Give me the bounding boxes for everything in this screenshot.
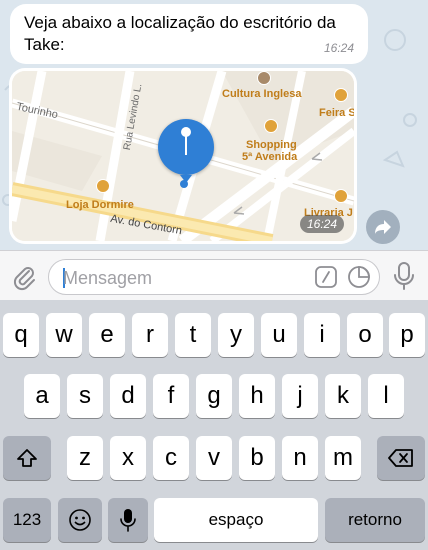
map-label-cultura: Cultura Inglesa (222, 88, 302, 100)
key-s[interactable]: s (67, 374, 103, 418)
microphone-icon[interactable] (390, 261, 418, 291)
poi-shopping-icon (334, 88, 348, 102)
location-map[interactable]: Cultura Inglesa Feira Sh Tourinho Rua Le… (12, 71, 354, 241)
key-z[interactable]: z (67, 436, 103, 480)
bot-command-icon[interactable] (315, 266, 337, 288)
sticker-icon[interactable] (347, 265, 371, 289)
key-f[interactable]: f (153, 374, 189, 418)
map-label-loja: Loja Dormire (66, 199, 134, 211)
backspace-icon (388, 449, 413, 467)
key-h[interactable]: h (239, 374, 275, 418)
location-message-bubble[interactable]: Cultura Inglesa Feira Sh Tourinho Rua Le… (9, 68, 357, 244)
key-u[interactable]: u (261, 313, 297, 357)
emoji-smiley-icon (69, 509, 91, 531)
backspace-key[interactable] (377, 436, 425, 480)
dictation-key[interactable] (108, 498, 148, 542)
share-arrow-icon (375, 220, 391, 234)
keyboard: q w e r t y u i o p a s d f g h j k l z … (0, 300, 428, 550)
key-p[interactable]: p (389, 313, 425, 357)
share-button[interactable] (366, 210, 400, 244)
poi-bookstore-icon (334, 189, 348, 203)
key-a[interactable]: a (24, 374, 60, 418)
key-t[interactable]: t (175, 313, 211, 357)
shift-arrow-icon (17, 449, 37, 467)
shift-key[interactable] (3, 436, 51, 480)
map-label-feira: Feira Sh (319, 107, 354, 119)
message-input[interactable] (63, 266, 303, 290)
key-k[interactable]: k (325, 374, 361, 418)
map-label-shopping: Shopping (246, 139, 297, 151)
message-input-bar (0, 250, 428, 300)
key-x[interactable]: x (110, 436, 146, 480)
key-o[interactable]: o (347, 313, 383, 357)
key-j[interactable]: j (282, 374, 318, 418)
space-key[interactable]: espaço (154, 498, 318, 542)
numbers-key[interactable]: 123 (3, 498, 51, 542)
emoji-key[interactable] (58, 498, 102, 542)
key-w[interactable]: w (46, 313, 82, 357)
dictation-mic-icon (120, 509, 136, 532)
map-label-quinta-avenida: 5ª Avenida (242, 151, 298, 163)
location-pin-icon (158, 119, 214, 175)
return-key[interactable]: retorno (325, 498, 425, 542)
location-dot (180, 180, 188, 188)
key-r[interactable]: r (132, 313, 168, 357)
poi-school-icon (257, 71, 271, 85)
key-m[interactable]: m (325, 436, 361, 480)
chat-area: Veja abaixo a localização do escritório … (0, 0, 428, 250)
key-i[interactable]: i (304, 313, 340, 357)
key-y[interactable]: y (218, 313, 254, 357)
key-v[interactable]: v (196, 436, 232, 480)
key-b[interactable]: b (239, 436, 275, 480)
message-field[interactable] (48, 259, 380, 295)
key-c[interactable]: c (153, 436, 189, 480)
key-l[interactable]: l (368, 374, 404, 418)
key-n[interactable]: n (282, 436, 318, 480)
key-q[interactable]: q (3, 313, 39, 357)
attach-paperclip-icon[interactable] (10, 263, 38, 291)
poi-store-icon (96, 179, 110, 193)
message-text: Veja abaixo a localização do escritório … (24, 13, 336, 54)
poi-mall-icon (264, 119, 278, 133)
key-d[interactable]: d (110, 374, 146, 418)
text-message-bubble[interactable]: Veja abaixo a localização do escritório … (10, 4, 368, 64)
key-e[interactable]: e (89, 313, 125, 357)
message-time: 16:24 (323, 41, 354, 55)
key-g[interactable]: g (196, 374, 232, 418)
location-message-time: 16:24 (299, 215, 344, 233)
